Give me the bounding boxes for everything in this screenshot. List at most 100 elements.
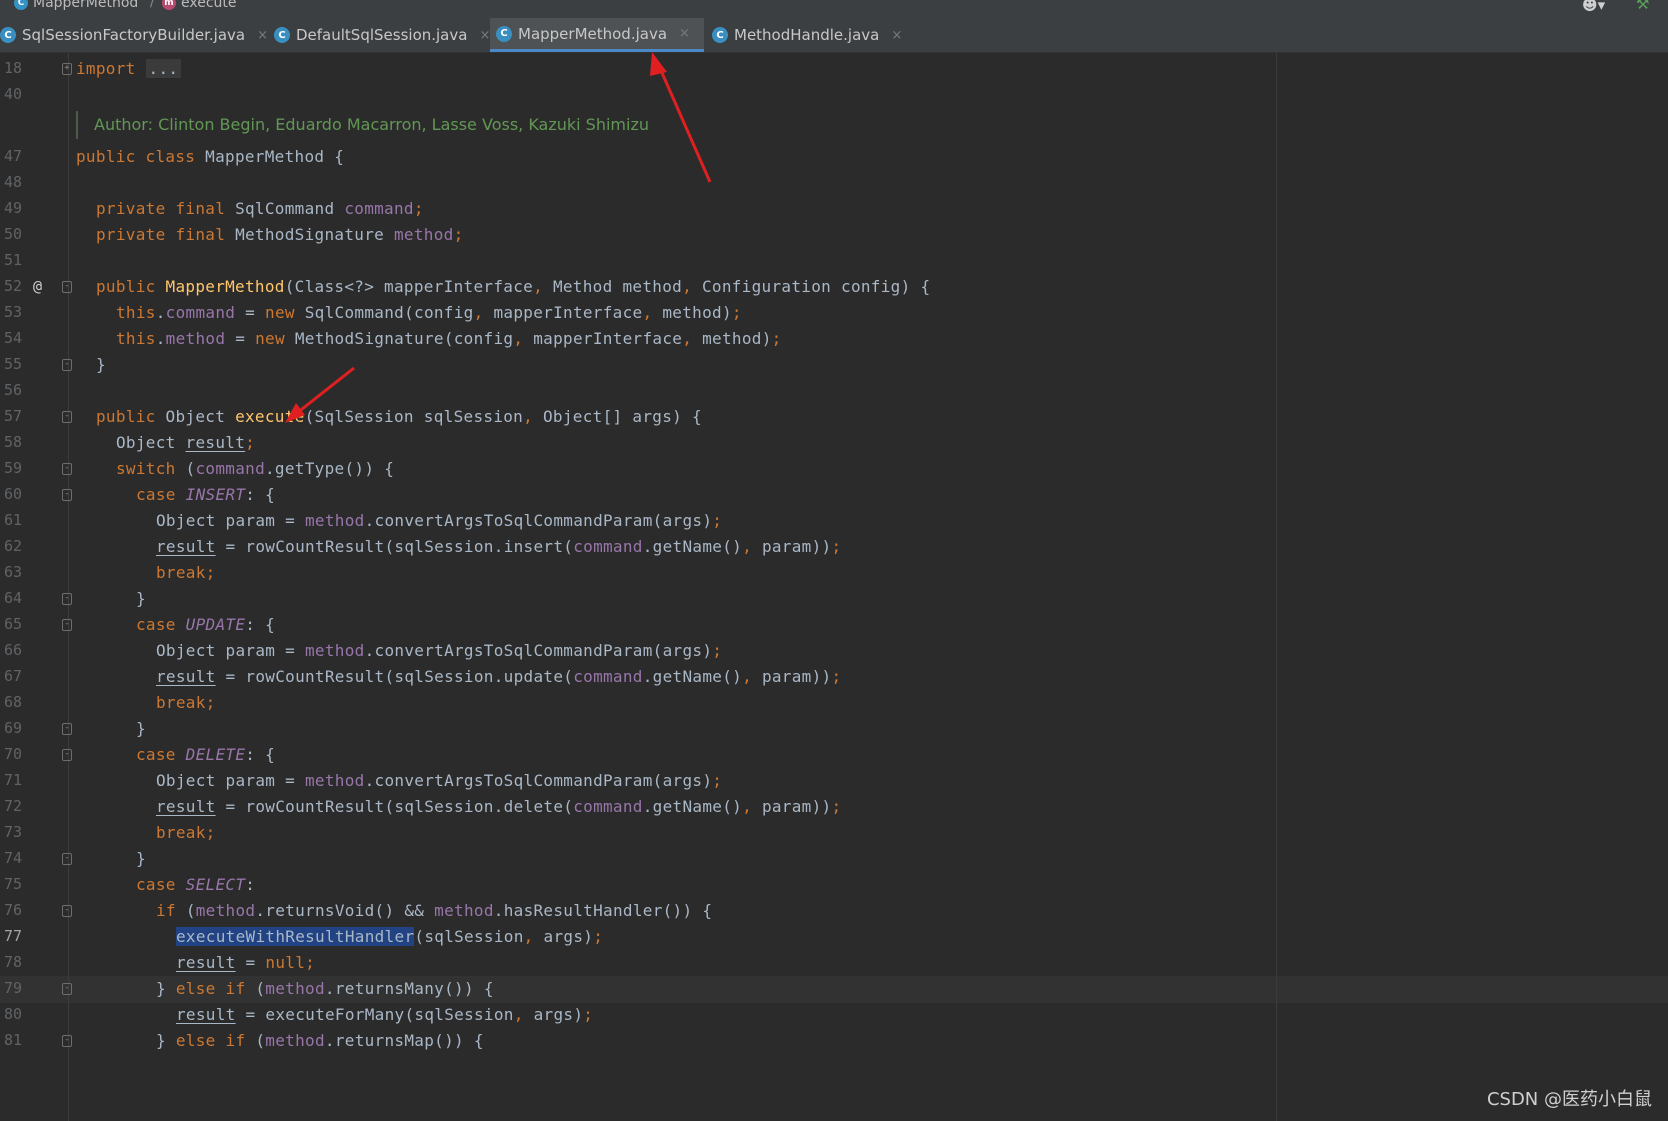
line-number: 65 (4, 615, 23, 633)
code-line: 75 case SELECT: (0, 871, 1668, 898)
code-line: 50 private final MethodSignature method; (0, 221, 1668, 248)
code-text[interactable]: result = rowCountResult(sqlSession.inser… (156, 533, 841, 560)
line-number-current: 77 (4, 927, 23, 945)
fold-icon[interactable]: - (62, 463, 72, 475)
code-text[interactable]: result = rowCountResult(sqlSession.delet… (156, 793, 841, 820)
code-line: 63 break; (0, 559, 1668, 586)
code-text[interactable]: case INSERT: { (136, 481, 275, 508)
code-text[interactable]: Object param = method.convertArgsToSqlCo… (156, 637, 722, 664)
code-text[interactable]: Object param = method.convertArgsToSqlCo… (156, 767, 722, 794)
code-text[interactable]: } (96, 351, 106, 378)
code-text[interactable]: break; (156, 819, 216, 846)
code-text[interactable]: Object result; (116, 429, 255, 456)
folded-imports[interactable]: ... (145, 59, 182, 78)
line-number: 55 (4, 355, 23, 373)
java-class-icon: C (274, 27, 290, 43)
code-text[interactable]: private final SqlCommand command; (96, 195, 424, 222)
method-icon: m (162, 0, 176, 10)
fold-icon[interactable]: - (62, 749, 72, 761)
code-text[interactable]: result = rowCountResult(sqlSession.updat… (156, 663, 841, 690)
code-text[interactable]: Object param = method.convertArgsToSqlCo… (156, 507, 722, 534)
close-icon[interactable]: × (257, 28, 268, 43)
code-text[interactable]: } (136, 585, 146, 612)
line-number: 56 (4, 381, 23, 399)
code-text[interactable]: } (136, 715, 146, 742)
line-number: 67 (4, 667, 23, 685)
breadcrumb-method[interactable]: m execute (162, 0, 237, 11)
fold-icon[interactable]: - (62, 983, 72, 995)
breadcrumb-class[interactable]: C MapperMethod (14, 0, 138, 11)
line-number: 79 (4, 979, 23, 997)
code-text[interactable]: this.command = new SqlCommand(config, ma… (116, 299, 742, 326)
line-number: 52 (4, 277, 23, 295)
line-number: 72 (4, 797, 23, 815)
fold-icon[interactable]: - (62, 619, 72, 631)
code-text[interactable]: result = executeForMany(sqlSession, args… (176, 1001, 593, 1028)
fold-icon[interactable]: - (62, 593, 72, 605)
code-text[interactable]: public class MapperMethod { (76, 143, 344, 170)
line-number: 60 (4, 485, 23, 503)
line-number: 62 (4, 537, 23, 555)
rendered-javadoc: Author: Clinton Begin, Eduardo Macarron,… (76, 111, 649, 139)
tab-mappermethod[interactable]: C MapperMethod.java × (490, 18, 704, 52)
code-editor[interactable]: 18 + import ... 40 Author: Clinton Begin… (0, 53, 1668, 1121)
line-number: 78 (4, 953, 23, 971)
fold-icon[interactable]: - (62, 723, 72, 735)
code-text[interactable]: result = null; (176, 949, 315, 976)
fold-icon[interactable]: - (62, 905, 72, 917)
code-text[interactable]: case SELECT: (136, 871, 255, 898)
code-text[interactable]: public MapperMethod(Class<?> mapperInter… (96, 273, 930, 300)
line-number: 53 (4, 303, 23, 321)
line-number: 69 (4, 719, 23, 737)
code-text[interactable]: } (136, 845, 146, 872)
line-number: 54 (4, 329, 23, 347)
fold-icon[interactable]: - (62, 359, 72, 371)
code-text[interactable]: this.method = new MethodSignature(config… (116, 325, 782, 352)
line-number: 76 (4, 901, 23, 919)
fold-icon[interactable]: + (62, 63, 72, 75)
tab-defaultsqlsession[interactable]: C DefaultSqlSession.java × (268, 18, 490, 52)
breadcrumb-method-label: execute (181, 0, 237, 11)
override-icon[interactable]: @ (33, 273, 42, 300)
code-line: 40 (0, 81, 1668, 108)
close-icon[interactable]: × (891, 28, 902, 43)
tab-methodhandle[interactable]: C MethodHandle.java × (706, 18, 906, 52)
tab-sqlsessionfactorybuilder[interactable]: C SqlSessionFactoryBuilder.java × (0, 18, 268, 52)
code-text[interactable]: switch (command.getType()) { (116, 455, 394, 482)
line-number: 81 (4, 1031, 23, 1049)
close-icon[interactable]: × (679, 26, 690, 41)
line-number: 59 (4, 459, 23, 477)
code-text[interactable]: case DELETE: { (136, 741, 275, 768)
code-text[interactable]: break; (156, 559, 216, 586)
code-text[interactable]: } else if (method.returnsMany()) { (156, 975, 494, 1002)
class-icon: C (14, 0, 28, 10)
code-text[interactable]: break; (156, 689, 216, 716)
user-icon[interactable]: ☻▾ (1582, 0, 1605, 14)
line-number: 58 (4, 433, 23, 451)
selected-text[interactable]: executeWithResultHandler (176, 927, 415, 946)
fold-icon[interactable]: - (62, 411, 72, 423)
code-text[interactable]: executeWithResultHandler(sqlSession, arg… (176, 923, 603, 950)
code-text[interactable]: case UPDATE: { (136, 611, 275, 638)
code-text[interactable]: import ... (76, 55, 182, 82)
fold-icon[interactable]: - (62, 853, 72, 865)
line-number: 57 (4, 407, 23, 425)
code-line: 73 break; (0, 819, 1668, 846)
code-text[interactable]: public Object execute(SqlSession sqlSess… (96, 403, 702, 430)
code-line: 69 - } (0, 715, 1668, 742)
fold-icon[interactable]: - (62, 1035, 72, 1047)
code-text[interactable]: private final MethodSignature method; (96, 221, 464, 248)
line-number: 75 (4, 875, 23, 893)
code-line: 54 this.method = new MethodSignature(con… (0, 325, 1668, 352)
line-number: 63 (4, 563, 23, 581)
code-text[interactable]: } else if (method.returnsMap()) { (156, 1027, 484, 1054)
fold-icon[interactable]: - (62, 489, 72, 501)
code-line: 72 result = rowCountResult(sqlSession.de… (0, 793, 1668, 820)
code-line: 52 @ - public MapperMethod(Class<?> mapp… (0, 273, 1668, 300)
fold-icon[interactable]: - (62, 281, 72, 293)
breadcrumb-class-label: MapperMethod (33, 0, 139, 11)
code-text[interactable]: if (method.returnsVoid() && method.hasRe… (156, 897, 712, 924)
line-number: 74 (4, 849, 23, 867)
build-hammer-icon[interactable]: ⚒ (1636, 0, 1649, 13)
close-icon[interactable]: × (479, 28, 490, 43)
